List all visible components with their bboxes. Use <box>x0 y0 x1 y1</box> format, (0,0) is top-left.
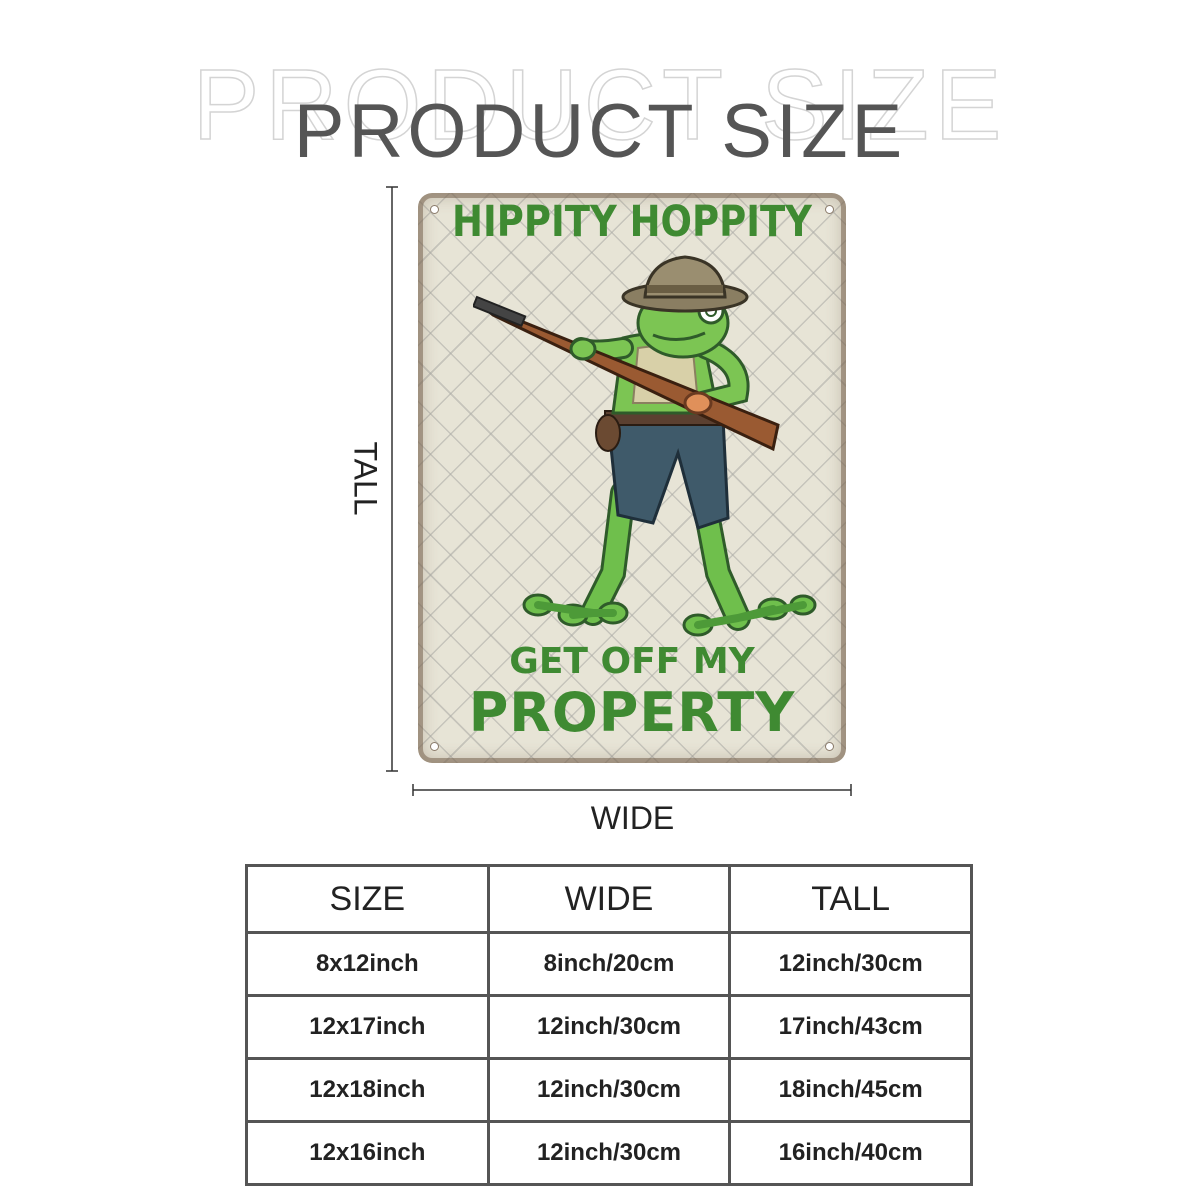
metal-sign-image: HIPPITY HOPPITY GET OFF MY PROPERTY <box>418 193 846 763</box>
table-row: 12x17inch 12inch/30cm 17inch/43cm <box>245 994 973 1060</box>
sign-bottom-text: PROPERTY <box>468 681 796 744</box>
tall-label: TALL <box>347 441 384 516</box>
wide-cell: 12inch/30cm <box>486 1057 732 1123</box>
wide-cell: 8inch/20cm <box>486 931 732 997</box>
table-header-row: SIZE WIDE TALL <box>245 864 973 934</box>
mount-hole <box>430 205 439 214</box>
wide-dimension-line <box>412 784 852 796</box>
sign-middle-text: GET OFF MY <box>509 641 755 682</box>
mount-hole <box>825 205 834 214</box>
size-cell: 12x17inch <box>245 994 490 1060</box>
wide-cell: 12inch/30cm <box>486 994 732 1060</box>
frog-with-rifle-illustration <box>473 255 817 637</box>
tall-cell: 16inch/40cm <box>728 1120 973 1186</box>
wide-cell: 12inch/30cm <box>486 1120 732 1186</box>
size-cell: 8x12inch <box>245 931 490 997</box>
tall-cell: 17inch/43cm <box>728 994 973 1060</box>
size-cell: 12x18inch <box>245 1057 490 1123</box>
column-header-size: SIZE <box>245 864 490 934</box>
column-header-tall: TALL <box>728 864 973 934</box>
table-row: 12x16inch 12inch/30cm 16inch/40cm <box>245 1120 973 1186</box>
tall-cell: 12inch/30cm <box>728 931 973 997</box>
size-table: SIZE WIDE TALL 8x12inch 8inch/20cm 12inc… <box>245 864 973 1186</box>
wide-label: WIDE <box>590 800 675 836</box>
column-header-wide: WIDE <box>486 864 732 934</box>
size-cell: 12x16inch <box>245 1120 490 1186</box>
tall-dimension-line <box>386 186 398 772</box>
tall-cell: 18inch/45cm <box>728 1057 973 1123</box>
table-row: 8x12inch 8inch/20cm 12inch/30cm <box>245 931 973 997</box>
sign-top-text: HIPPITY HOPPITY <box>452 197 812 247</box>
page-title: PRODUCT SIZE <box>293 89 907 174</box>
table-row: 12x18inch 12inch/30cm 18inch/45cm <box>245 1057 973 1123</box>
